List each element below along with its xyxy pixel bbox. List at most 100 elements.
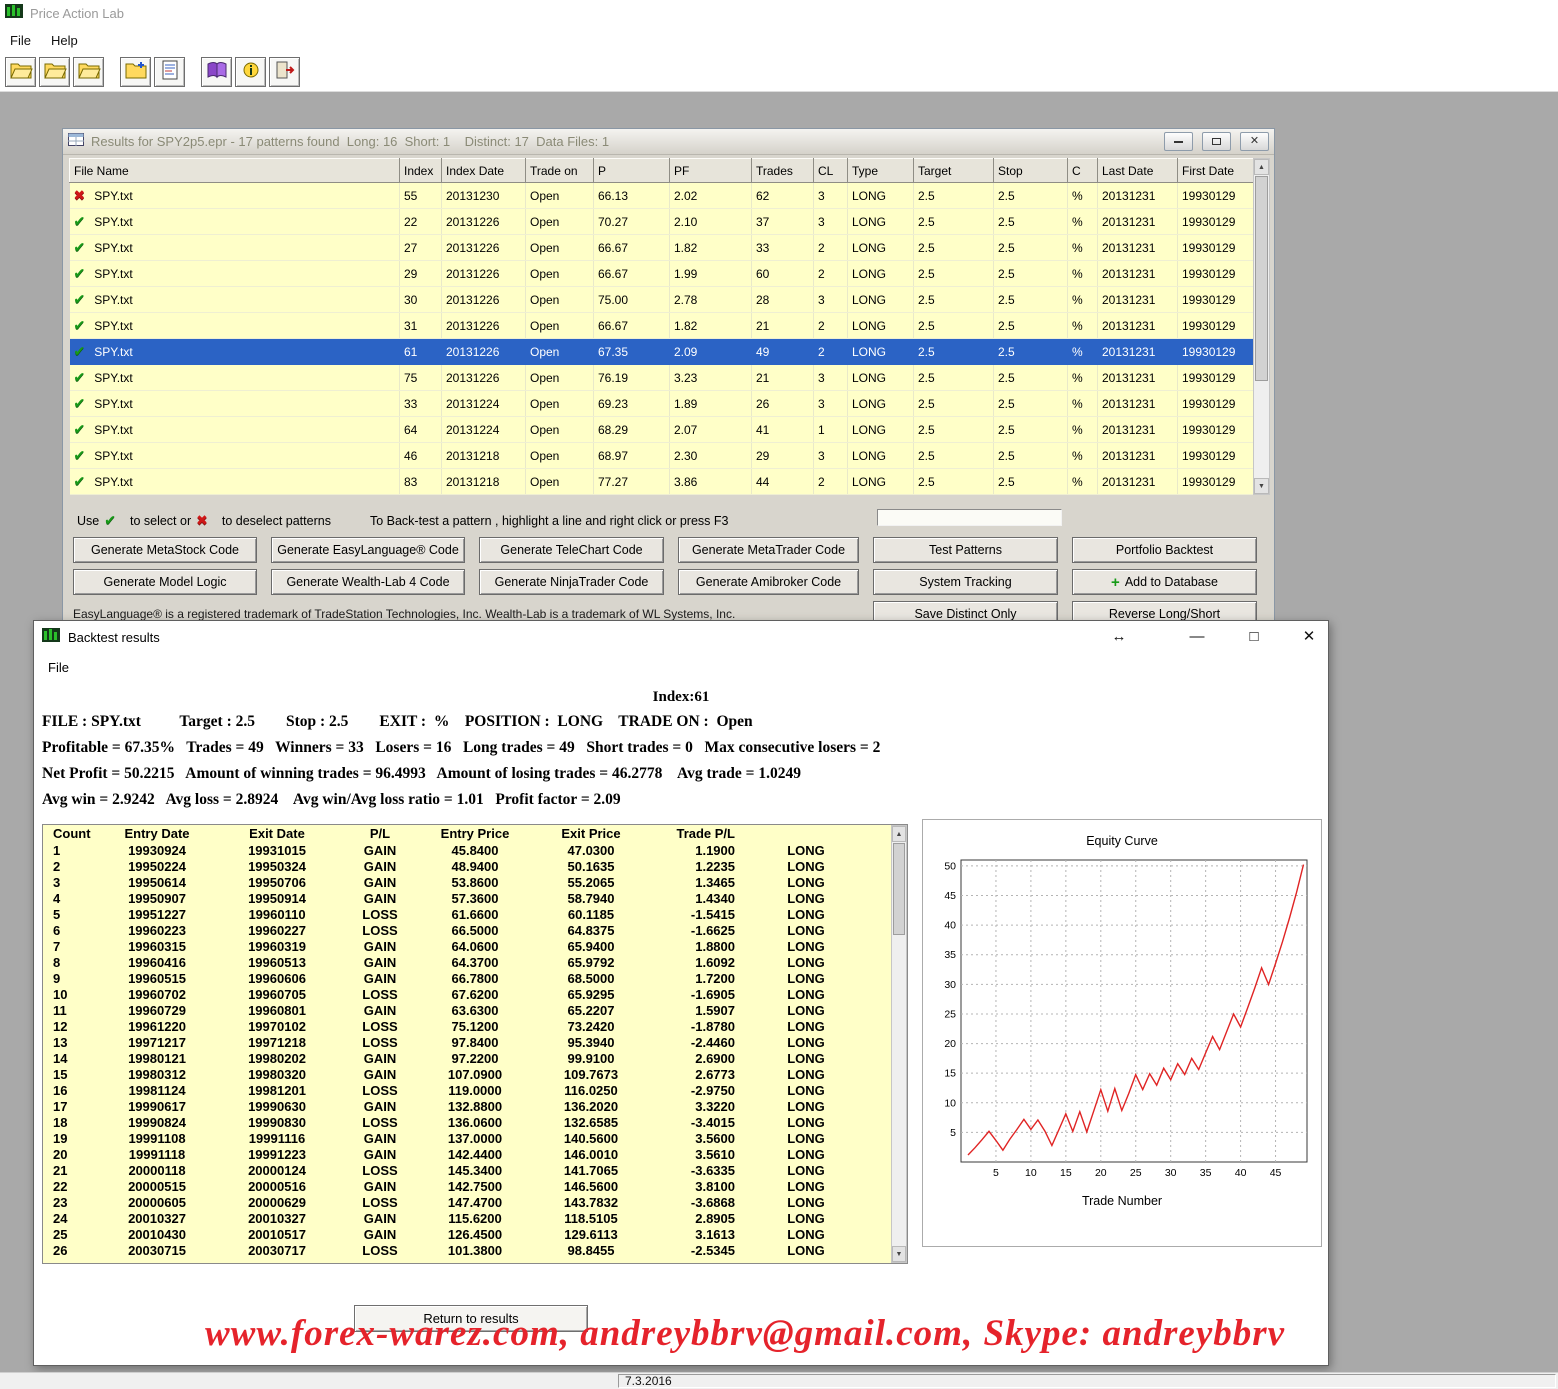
generate-telechart-code-button[interactable]: Generate TeleChart Code [479, 537, 664, 563]
trade-row[interactable]: 121996122019970102LOSS75.120073.2420-1.8… [43, 1018, 849, 1034]
trades-scrollbar[interactable]: ▲ ▼ [891, 825, 907, 1263]
info-tool-button[interactable] [235, 57, 266, 87]
trade-row[interactable]: 101996070219960705LOSS67.620065.9295-1.6… [43, 986, 849, 1002]
scroll-thumb[interactable] [1255, 176, 1268, 381]
select-icon[interactable]: ✔ [74, 447, 86, 463]
pattern-row[interactable]: ✔SPY.txt2920131226Open66.671.99602LONG2.… [70, 261, 1256, 287]
trade-row[interactable]: 51995122719960110LOSS61.660060.1185-1.54… [43, 906, 849, 922]
results-titlebar[interactable]: Results for SPY2p5.epr - 17 patterns fou… [63, 129, 1274, 155]
pattern-row[interactable]: ✔SPY.txt6120131226Open67.352.09492LONG2.… [70, 339, 1256, 365]
select-icon[interactable]: ✔ [74, 421, 86, 437]
scroll-down-icon[interactable]: ▼ [1254, 478, 1269, 494]
trade-row[interactable]: 191999110819991116GAIN137.0000140.56003.… [43, 1130, 849, 1146]
results-column-header[interactable]: First Date [1178, 159, 1256, 183]
add-to-database-button[interactable]: + Add to Database [1072, 569, 1257, 595]
return-to-results-button[interactable]: Return to results [354, 1305, 588, 1332]
results-column-header[interactable]: PF [670, 159, 752, 183]
select-icon[interactable]: ✔ [74, 239, 86, 255]
exit-tool-button[interactable] [269, 57, 300, 87]
trade-row[interactable]: 41995090719950914GAIN57.360058.79401.434… [43, 890, 849, 906]
scroll-down-icon[interactable]: ▼ [892, 1246, 906, 1262]
results-column-header[interactable]: File Name [70, 159, 400, 183]
generate-metastock-code-button[interactable]: Generate MetaStock Code [73, 537, 257, 563]
pattern-row[interactable]: ✔SPY.txt3020131226Open75.002.78283LONG2.… [70, 287, 1256, 313]
results-column-header[interactable]: Type [848, 159, 914, 183]
trade-row[interactable]: 201999111819991223GAIN142.4400146.00103.… [43, 1146, 849, 1162]
deselect-icon[interactable]: ✖ [74, 187, 86, 203]
trade-row[interactable]: 222000051520000516GAIN142.7500146.56003.… [43, 1178, 849, 1194]
backtest-menu-file[interactable]: File [34, 657, 83, 678]
minimize-button[interactable]: — [1182, 624, 1212, 650]
pattern-row[interactable]: ✔SPY.txt6420131224Open68.292.07411LONG2.… [70, 417, 1256, 443]
trade-row[interactable]: 21995022419950324GAIN48.940050.16351.223… [43, 858, 849, 874]
select-icon[interactable]: ✔ [74, 317, 86, 333]
pattern-row[interactable]: ✖SPY.txt5520131230Open66.132.02623LONG2.… [70, 183, 1256, 209]
generate-metatrader-code-button[interactable]: Generate MetaTrader Code [678, 537, 859, 563]
select-icon[interactable]: ✔ [74, 473, 86, 489]
select-icon[interactable]: ✔ [74, 343, 86, 359]
generate-amibroker-code-button[interactable]: Generate Amibroker Code [678, 569, 859, 595]
pattern-row[interactable]: ✔SPY.txt3320131224Open69.231.89263LONG2.… [70, 391, 1256, 417]
trade-row[interactable]: 91996051519960606GAIN66.780068.50001.720… [43, 970, 849, 986]
generate-wealthlab4-code-button[interactable]: Generate Wealth-Lab 4 Code [271, 569, 465, 595]
pattern-row[interactable]: ✔SPY.txt7520131226Open76.193.23213LONG2.… [70, 365, 1256, 391]
pattern-row[interactable]: ✔SPY.txt2220131226Open70.272.10373LONG2.… [70, 209, 1256, 235]
pattern-row[interactable]: ✔SPY.txt2720131226Open66.671.82332LONG2.… [70, 235, 1256, 261]
pattern-row[interactable]: ✔SPY.txt8320131218Open77.273.86442LONG2.… [70, 469, 1256, 495]
results-column-header[interactable]: Index Date [442, 159, 526, 183]
pattern-row[interactable]: ✔SPY.txt3120131226Open66.671.82212LONG2.… [70, 313, 1256, 339]
trade-row[interactable]: 71996031519960319GAIN64.060065.94001.880… [43, 938, 849, 954]
trade-row[interactable]: 131997121719971218LOSS97.840095.3940-2.4… [43, 1034, 849, 1050]
trade-row[interactable]: 171999061719990630GAIN132.8800136.20203.… [43, 1098, 849, 1114]
trade-row[interactable]: 81996041619960513GAIN64.370065.97921.609… [43, 954, 849, 970]
trade-row[interactable]: 262003071520030717LOSS101.380098.8455-2.… [43, 1242, 849, 1258]
test-patterns-button[interactable]: Test Patterns [873, 537, 1058, 563]
minimize-button[interactable] [1164, 132, 1193, 151]
system-tracking-button[interactable]: System Tracking [873, 569, 1058, 595]
select-icon[interactable]: ✔ [74, 395, 86, 411]
results-column-header[interactable]: CL [814, 159, 848, 183]
menu-file[interactable]: File [0, 30, 41, 51]
trade-row[interactable]: 212000011820000124LOSS145.3400141.7065-3… [43, 1162, 849, 1178]
results-scrollbar[interactable]: ▲ ▼ [1253, 158, 1270, 495]
trade-row[interactable]: 242001032720010327GAIN115.6200118.51052.… [43, 1210, 849, 1226]
scroll-thumb[interactable] [893, 843, 905, 935]
maximize-button[interactable]: □ [1239, 624, 1269, 650]
results-column-header[interactable]: Trade on [526, 159, 594, 183]
select-icon[interactable]: ✔ [74, 369, 86, 385]
results-column-header[interactable]: Trades [752, 159, 814, 183]
select-icon[interactable]: ✔ [74, 291, 86, 307]
resize-icon[interactable]: ↔ [1104, 624, 1134, 650]
open-file-button-1[interactable] [5, 57, 36, 87]
trade-row[interactable]: 161998112419981201LOSS119.0000116.0250-2… [43, 1082, 849, 1098]
trade-row[interactable]: 61996022319960227LOSS66.500064.8375-1.66… [43, 922, 849, 938]
results-column-header[interactable]: Stop [994, 159, 1068, 183]
scroll-up-icon[interactable]: ▲ [1254, 159, 1269, 175]
pattern-row[interactable]: ✔SPY.txt4620131218Open68.972.30293LONG2.… [70, 443, 1256, 469]
close-button[interactable]: ✕ [1294, 624, 1324, 650]
portfolio-backtest-button[interactable]: Portfolio Backtest [1072, 537, 1257, 563]
scroll-up-icon[interactable]: ▲ [892, 826, 906, 842]
folder-tool-button[interactable] [120, 57, 151, 87]
generate-ninjatrader-code-button[interactable]: Generate NinjaTrader Code [479, 569, 664, 595]
close-button[interactable]: ✕ [1240, 132, 1269, 151]
trade-row[interactable]: 252001043020010517GAIN126.4500129.61133.… [43, 1226, 849, 1242]
menu-help[interactable]: Help [41, 30, 88, 51]
generate-easylanguage-code-button[interactable]: Generate EasyLanguage® Code [271, 537, 465, 563]
trade-row[interactable]: 11993092419931015GAIN45.840047.03001.190… [43, 842, 849, 858]
book-tool-button[interactable] [201, 57, 232, 87]
generate-model-logic-button[interactable]: Generate Model Logic [73, 569, 257, 595]
backtest-titlebar[interactable]: Backtest results ↔ — □ ✕ [34, 621, 1328, 654]
results-column-header[interactable]: P [594, 159, 670, 183]
trade-row[interactable]: 181999082419990830LOSS136.0600132.6585-3… [43, 1114, 849, 1130]
results-column-header[interactable]: C [1068, 159, 1098, 183]
trade-row[interactable]: 111996072919960801GAIN63.630065.22071.59… [43, 1002, 849, 1018]
trade-row[interactable]: 151998031219980320GAIN107.0900109.76732.… [43, 1066, 849, 1082]
results-column-header[interactable]: Last Date [1098, 159, 1178, 183]
open-file-button-2[interactable] [39, 57, 70, 87]
trade-row[interactable]: 141998012119980202GAIN97.220099.91002.69… [43, 1050, 849, 1066]
maximize-button[interactable] [1202, 132, 1231, 151]
trade-row[interactable]: 232000060520000629LOSS147.4700143.7832-3… [43, 1194, 849, 1210]
select-icon[interactable]: ✔ [74, 265, 86, 281]
results-column-header[interactable]: Index [400, 159, 442, 183]
